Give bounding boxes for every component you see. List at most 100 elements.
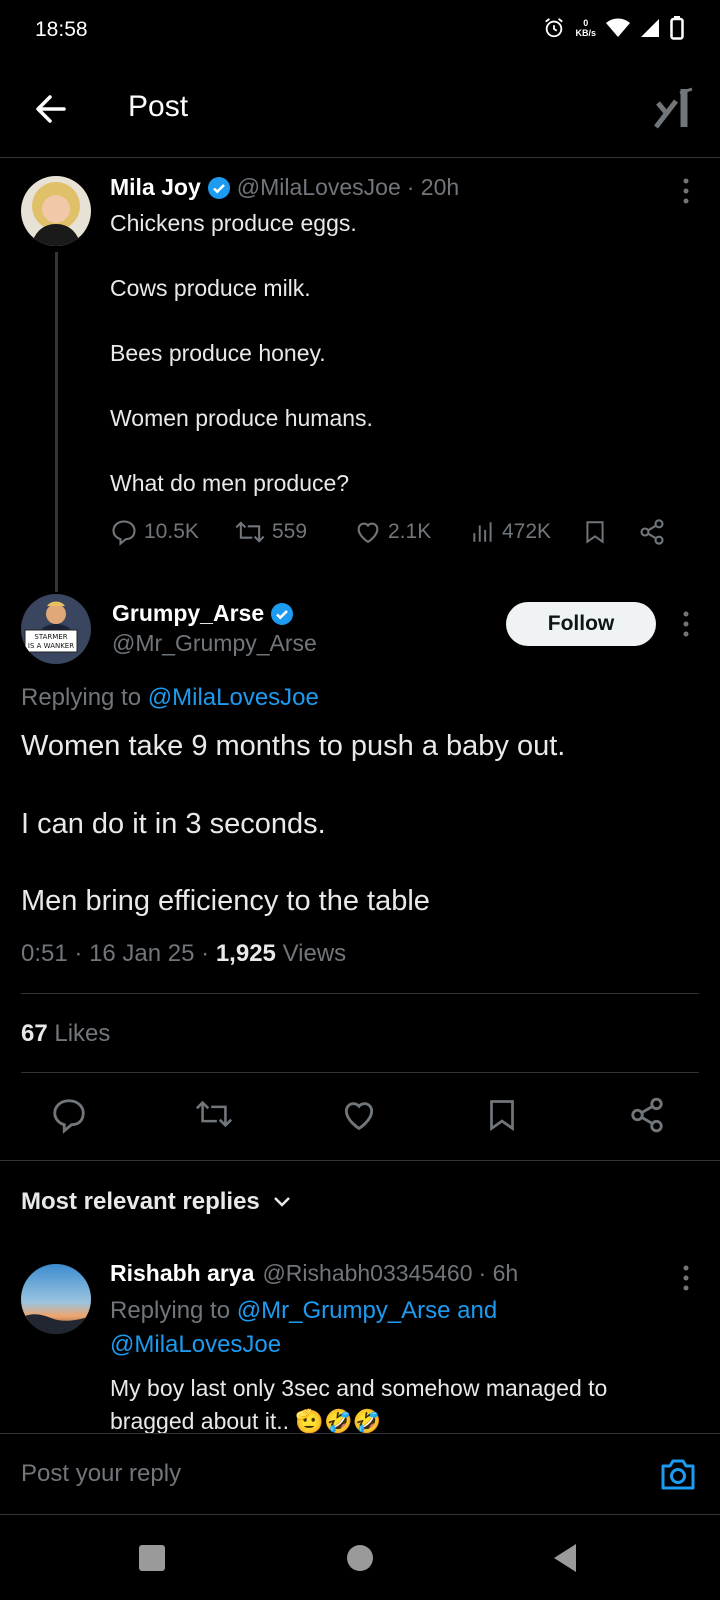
page-title: Post (128, 90, 189, 123)
bookmark-icon (490, 1100, 514, 1132)
share-icon (640, 519, 664, 545)
reply-button[interactable]: 10.5K (110, 518, 199, 546)
signal-icon (641, 19, 659, 37)
replying-and[interactable]: and (457, 1297, 497, 1324)
main-post-actions (0, 1090, 720, 1146)
status-icons: 0 KB/s (543, 16, 684, 40)
system-nav-bar (0, 1516, 720, 1600)
grumpy-name-line: Grumpy_Arse (112, 600, 300, 627)
reply-text: My boy last only 3sec and somehow manage… (110, 1375, 608, 1434)
wifi-icon (606, 18, 630, 37)
heart-icon (344, 1102, 374, 1131)
back-nav-button[interactable] (546, 1538, 586, 1578)
share-button[interactable] (638, 518, 666, 546)
home-button[interactable] (340, 1538, 380, 1578)
section-separator (0, 1160, 720, 1161)
author-handle[interactable]: @MilaLovesJoe (237, 174, 401, 201)
post-time: · 6h (478, 1260, 519, 1286)
mila-name-line: Mila Joy @MilaLovesJoe · 20h (110, 174, 459, 201)
bookmark-button[interactable] (582, 518, 608, 546)
views-count: 1,925 (215, 940, 276, 967)
repost-button[interactable]: 559 (234, 518, 307, 546)
circle-icon (347, 1545, 373, 1571)
repost-button[interactable] (194, 1096, 234, 1136)
likes-label: Likes (54, 1020, 111, 1047)
avatar-rishabh-arya[interactable] (21, 1264, 91, 1334)
bookmark-icon (586, 521, 604, 544)
more-options-button[interactable] (674, 609, 698, 639)
divider (21, 993, 699, 994)
share-icon (631, 1097, 663, 1133)
replying-to: Replying to @Mr_Grumpy_Arse and @MilaLov… (110, 1294, 670, 1362)
chevron-down-icon (273, 1197, 290, 1207)
avatar-sign-line2: IS A WANKER (28, 642, 74, 650)
network-speed: 0 KB/s (575, 18, 596, 38)
reply-button[interactable] (50, 1096, 90, 1136)
reply-icon (53, 1099, 85, 1134)
likes-summary[interactable]: 67 Likes (21, 1020, 110, 1048)
replies-sort-label: Most relevant replies (21, 1188, 260, 1215)
square-icon (139, 1545, 165, 1571)
more-options-button[interactable] (674, 176, 698, 206)
replies-sort-dropdown[interactable]: Most relevant replies (21, 1188, 292, 1216)
more-vertical-icon (683, 1265, 689, 1291)
author-handle[interactable]: @Mr_Grumpy_Arse (112, 630, 317, 657)
avatar-grumpy-arse[interactable]: STARMER IS A WANKER (21, 594, 91, 664)
post-time: · 20h (406, 174, 460, 200)
battery-icon (670, 16, 684, 40)
like-count: 2.1K (388, 520, 432, 543)
views-button[interactable]: 472K (470, 518, 551, 546)
replying-to: Replying to @MilaLovesJoe (21, 684, 319, 712)
more-options-button[interactable] (674, 1263, 698, 1293)
avatar-mila-joy[interactable] (21, 176, 91, 246)
likes-count: 67 (21, 1020, 48, 1047)
recents-button[interactable] (132, 1538, 172, 1578)
rishabh-name-line: Rishabh arya @Rishabh03345460 · 6h (110, 1260, 518, 1287)
replying-handle-link[interactable]: @MilaLovesJoe (110, 1331, 281, 1358)
repost-icon (195, 1100, 233, 1128)
thread-line (55, 252, 58, 592)
post-time: 0:51 (21, 940, 68, 967)
post-header: Post (0, 60, 720, 158)
triangle-back-icon (554, 1544, 576, 1572)
reply-icon (112, 520, 136, 546)
replying-handle-link[interactable]: @Mr_Grumpy_Arse (237, 1297, 451, 1324)
like-button[interactable]: 2.1K (354, 518, 431, 546)
share-button[interactable] (628, 1096, 668, 1136)
back-button[interactable] (30, 88, 72, 130)
views-count: 472K (502, 520, 552, 543)
arrow-left-icon (36, 95, 66, 123)
more-vertical-icon (683, 178, 689, 204)
network-speed-unit: KB/s (575, 28, 596, 38)
reply-count: 10.5K (144, 520, 199, 543)
repost-count: 559 (272, 520, 308, 543)
follow-button[interactable]: Follow (506, 602, 656, 646)
more-vertical-icon (683, 611, 689, 637)
like-button[interactable] (340, 1096, 380, 1136)
reply-input[interactable] (21, 1452, 621, 1496)
replying-handle-link[interactable]: @MilaLovesJoe (148, 684, 319, 711)
post-date: 16 Jan 25 (89, 940, 195, 967)
views-label: Views (282, 940, 347, 967)
post-text: Chickens produce eggs. Cows produce milk… (110, 210, 373, 496)
author-name[interactable]: Grumpy_Arse (112, 600, 264, 627)
grok-button[interactable] (654, 87, 694, 131)
status-time: 18:58 (35, 18, 88, 41)
grumpy-handle-line: @Mr_Grumpy_Arse (112, 630, 317, 657)
bookmark-button[interactable] (484, 1096, 524, 1136)
author-name[interactable]: Mila Joy (110, 174, 201, 201)
replying-prefix: Replying to (110, 1297, 237, 1324)
alarm-icon (545, 18, 564, 38)
author-name[interactable]: Rishabh arya (110, 1260, 254, 1287)
verified-badge-icon (207, 176, 230, 199)
heart-icon (357, 522, 379, 544)
replying-prefix: Replying to (21, 684, 148, 711)
post-meta: 0:51 · 16 Jan 25 · 1,925 Views (21, 940, 347, 967)
post-actions: 10.5K 559 2.1K 472K (110, 512, 690, 552)
divider (21, 1072, 699, 1073)
status-bar: 18:58 0 KB/s (0, 0, 720, 60)
reply-composer (0, 1433, 720, 1515)
camera-button[interactable] (658, 1454, 698, 1494)
main-post-text: Women take 9 months to push a baby out. … (21, 730, 566, 918)
author-handle[interactable]: @Rishabh03345460 (262, 1260, 472, 1287)
